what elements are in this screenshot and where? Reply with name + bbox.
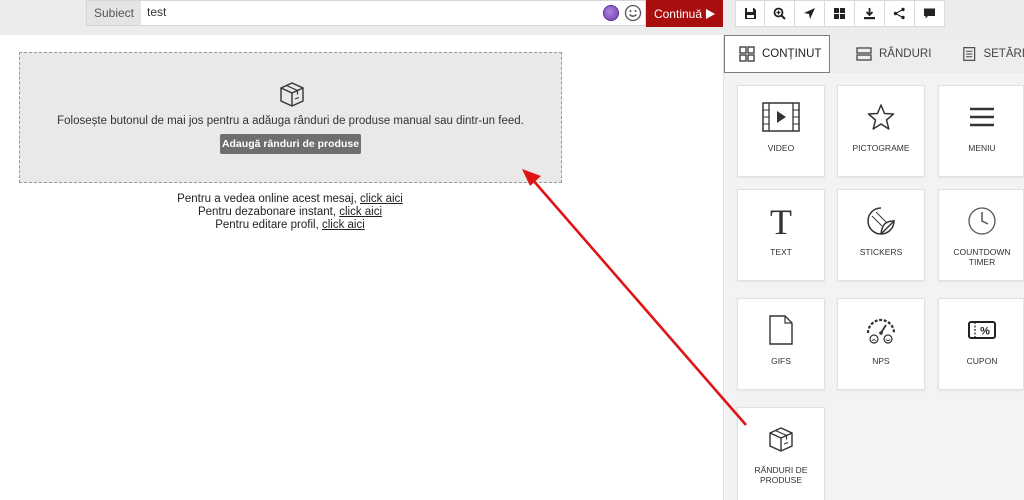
tile-label: NPS xyxy=(872,356,890,366)
tile-label: STICKERS xyxy=(859,247,903,257)
export-button[interactable] xyxy=(855,0,885,27)
tab-label: CONȚINUT xyxy=(762,48,822,60)
unsubscribe-link[interactable]: click aici xyxy=(339,206,382,218)
box-icon xyxy=(280,82,304,107)
tile-label: VIDEO xyxy=(767,143,795,153)
grid-icon xyxy=(739,46,755,62)
tile-label: RÂNDURI DE PRODUSE xyxy=(754,465,808,485)
continue-button[interactable]: Continuă xyxy=(646,0,723,27)
add-product-rows-button[interactable]: Adaugă rânduri de produse xyxy=(220,134,361,154)
comment-icon xyxy=(924,8,935,19)
subject-label: Subiect xyxy=(86,0,142,26)
sticker-icon xyxy=(867,207,895,235)
tab-label: RÂNDURI xyxy=(879,48,932,60)
svg-text:%: % xyxy=(980,326,990,338)
share-icon xyxy=(893,7,905,20)
grid-icon xyxy=(834,8,845,19)
top-bar: Subiect test Continuă xyxy=(0,0,1024,35)
footer-line-unsubscribe: Pentru dezabonare instant, click aici xyxy=(197,206,383,218)
tile-countdown-timer[interactable]: COUNTDOWN TIMER xyxy=(938,189,1024,281)
tab-label: SETĂRI xyxy=(983,48,1024,60)
toolbar xyxy=(735,0,945,27)
personalize-icon[interactable] xyxy=(603,5,619,21)
emoji-icon[interactable] xyxy=(624,4,642,22)
star-icon xyxy=(867,104,895,130)
settings-icon xyxy=(963,47,976,61)
tab-setari[interactable]: SETĂRI xyxy=(937,35,1024,73)
gauge-icon xyxy=(866,318,896,344)
content-sidebar: CONȚINUT RÂNDURI SETĂRI VIDEO PICTOGRAME xyxy=(723,35,1024,500)
tile-label: GIFS xyxy=(771,356,791,366)
svg-text:T: T xyxy=(770,205,792,237)
share-button[interactable] xyxy=(885,0,915,27)
email-editor: Subiect test Continuă Folosește butonul … xyxy=(0,0,1024,500)
templates-button[interactable] xyxy=(825,0,855,27)
tab-randuri[interactable]: RÂNDURI xyxy=(830,35,937,73)
tile-gifs[interactable]: GIFS xyxy=(737,298,825,390)
tile-label: COUNTDOWN TIMER xyxy=(953,247,1011,267)
tile-pictograme[interactable]: PICTOGRAME xyxy=(837,85,925,177)
rows-icon xyxy=(856,47,872,61)
tile-label: CUPON xyxy=(966,356,998,366)
zoom-icon xyxy=(773,7,786,20)
block-instructions: Folosește butonul de mai jos pentru a ad… xyxy=(57,115,524,127)
tab-continut[interactable]: CONȚINUT xyxy=(724,35,830,73)
tile-meniu[interactable]: MENIU xyxy=(938,85,1024,177)
edit-profile-link[interactable]: click aici xyxy=(322,219,365,231)
tile-label: MENIU xyxy=(968,143,996,153)
tile-randuri-de-produse[interactable]: RÂNDURI DE PRODUSE xyxy=(737,407,825,500)
play-icon xyxy=(706,8,716,19)
menu-icon xyxy=(970,107,994,127)
coupon-icon: % xyxy=(968,321,996,339)
continue-label: Continuă xyxy=(653,6,703,21)
tile-label: PICTOGRAME xyxy=(852,143,910,153)
send-icon xyxy=(804,8,815,19)
download-icon xyxy=(864,8,875,20)
subject-input[interactable]: test xyxy=(141,0,646,26)
box-icon xyxy=(769,427,793,452)
footer-line-view-online: Pentru a vedea online acest mesaj, click… xyxy=(177,193,403,205)
film-icon xyxy=(762,102,800,132)
sidebar-tabs: CONȚINUT RÂNDURI SETĂRI xyxy=(724,35,1024,73)
text-icon: T xyxy=(770,205,792,237)
comments-button[interactable] xyxy=(915,0,945,27)
tile-nps[interactable]: NPS xyxy=(837,298,925,390)
tile-text[interactable]: T TEXT xyxy=(737,189,825,281)
view-online-link[interactable]: click aici xyxy=(360,193,403,205)
product-rows-block[interactable]: Folosește butonul de mai jos pentru a ad… xyxy=(19,52,562,183)
save-button[interactable] xyxy=(735,0,765,27)
tile-stickers[interactable]: STICKERS xyxy=(837,189,925,281)
email-footer: Pentru a vedea online acest mesaj, click… xyxy=(110,193,470,232)
clock-icon xyxy=(968,207,996,235)
tile-video[interactable]: VIDEO xyxy=(737,85,825,177)
preview-button[interactable] xyxy=(765,0,795,27)
save-icon xyxy=(744,8,756,19)
footer-line-edit-profile: Pentru editare profil, click aici xyxy=(215,219,365,231)
tile-cupon[interactable]: % CUPON xyxy=(938,298,1024,390)
tile-label: TEXT xyxy=(770,247,792,257)
file-icon xyxy=(769,315,793,345)
send-test-button[interactable] xyxy=(795,0,825,27)
